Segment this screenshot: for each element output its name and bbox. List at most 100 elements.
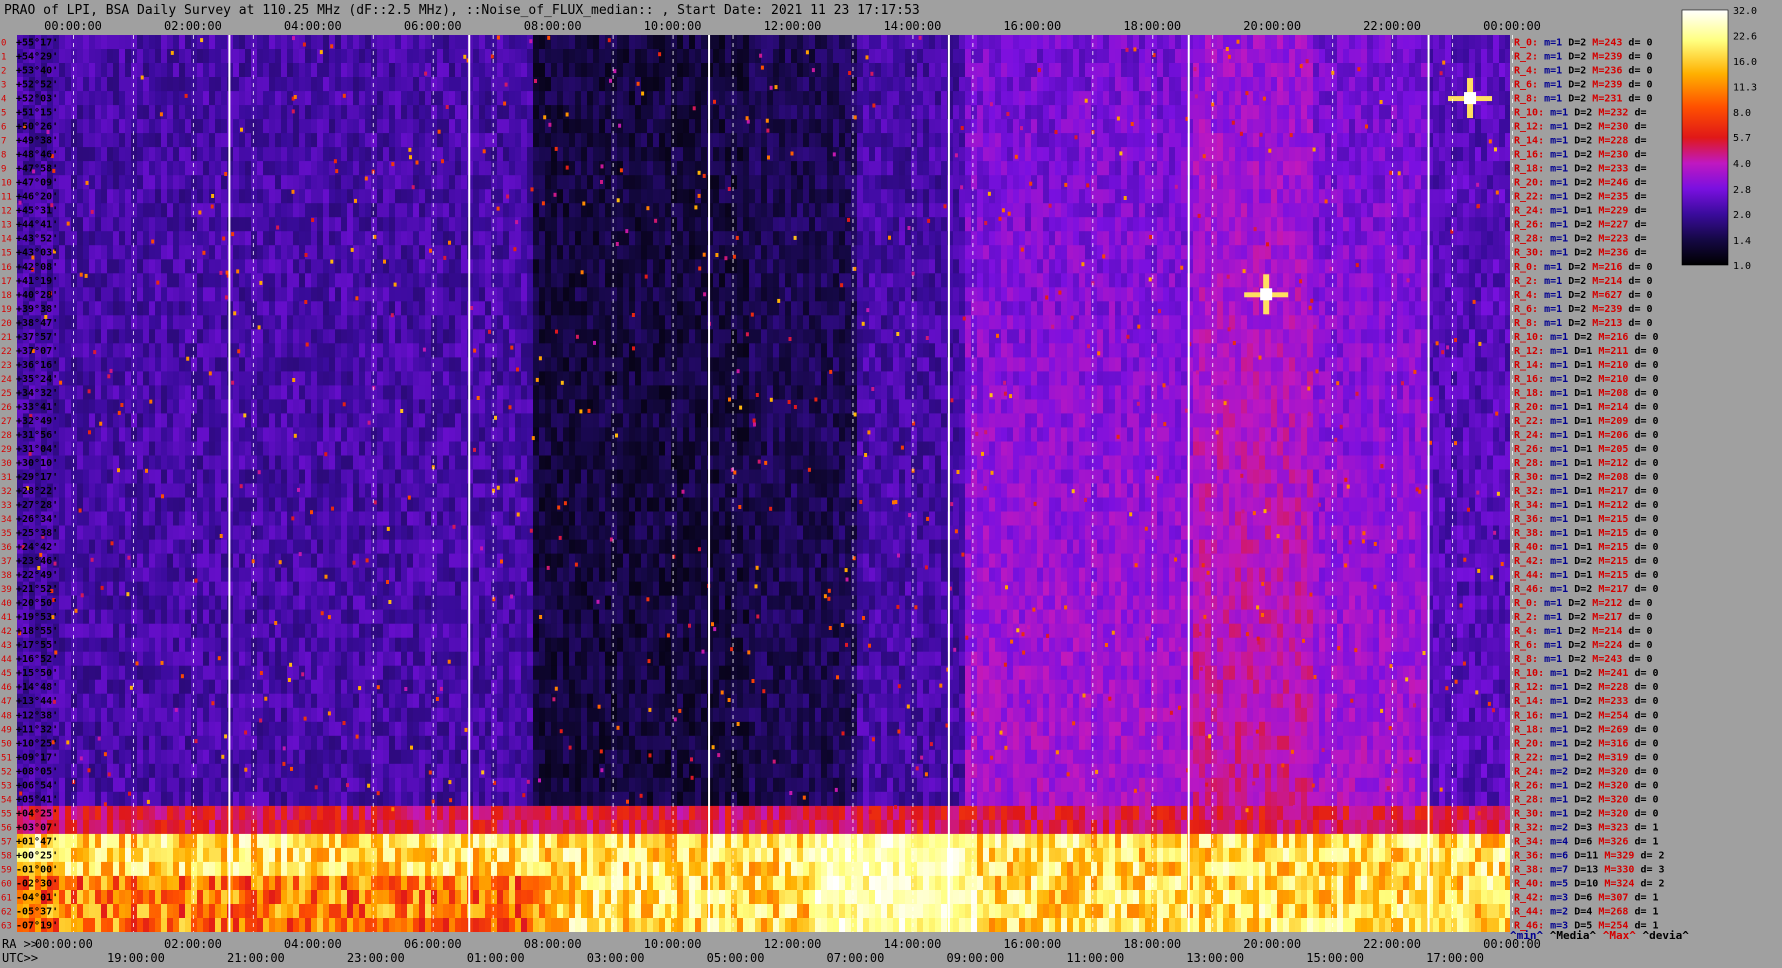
row-index: 60 — [1, 879, 12, 889]
stat-row: R_44: m=1 D=1 M=215 d= 0 — [1514, 570, 1659, 581]
declination-label: +41°19' — [16, 276, 58, 287]
stat-row: R_26: m=1 D=1 M=205 d= 0 — [1514, 444, 1659, 455]
stat-row: R_0: m=1 D=2 M=212 d= 0 — [1514, 598, 1653, 609]
declination-label: +20°50' — [16, 598, 58, 609]
declination-label: +18°55' — [16, 626, 58, 637]
stat-row: R_42: m=1 D=2 M=215 d= 0 — [1514, 556, 1659, 567]
declination-label: +25°38' — [16, 528, 58, 539]
top-ra-tick: 20:00:00 — [1243, 19, 1301, 33]
bottom-ra-tick: 20:00:00 — [1243, 937, 1301, 951]
declination-label: +35°24' — [16, 374, 58, 385]
declination-label: +43°03' — [16, 248, 58, 259]
declination-label: +11°32' — [16, 724, 58, 735]
stat-row: R_42: m=3 D=6 M=307 d= 1 — [1514, 893, 1659, 904]
declination-label: +12°38' — [16, 710, 58, 721]
stat-row: R_38: m=7 D=13 M=330 d= 3 — [1514, 864, 1665, 875]
row-index: 52 — [1, 767, 12, 777]
stat-row: R_6: m=1 D=2 M=239 d= 0 — [1514, 304, 1653, 315]
declination-label: +52°03' — [16, 94, 58, 105]
stat-row: R_8: m=1 D=2 M=213 d= 0 — [1514, 318, 1653, 329]
stat-row: R_4: m=1 D=2 M=214 d= 0 — [1514, 626, 1653, 637]
stat-row: R_22: m=1 D=2 M=319 d= 0 — [1514, 752, 1659, 763]
stat-row: R_32: m=1 D=1 M=217 d= 0 — [1514, 486, 1659, 497]
bottom-ra-tick: 18:00:00 — [1123, 937, 1181, 951]
row-index: 56 — [1, 823, 12, 833]
declination-label: +45°31' — [16, 206, 58, 217]
bottom-ra-tick: 10:00:00 — [644, 937, 702, 951]
stat-row: R_14: m=1 D=1 M=210 d= 0 — [1514, 360, 1659, 371]
declination-label: -07°19' — [16, 921, 58, 932]
row-index: 15 — [1, 249, 12, 259]
top-ra-tick: 04:00:00 — [284, 19, 342, 33]
stat-row: R_40: m=1 D=1 M=215 d= 0 — [1514, 542, 1659, 553]
row-index: 6 — [1, 123, 6, 133]
top-ra-tick: 00:00:00 — [1483, 19, 1541, 33]
colorbar-tick: 8.0 — [1733, 108, 1751, 119]
declination-label: +21°52' — [16, 584, 58, 595]
declination-label: +36°16' — [16, 360, 58, 371]
bottom-utc-tick: 15:00:00 — [1306, 951, 1364, 965]
top-ra-tick: 12:00:00 — [764, 19, 822, 33]
colorbar: 32.0 22.6 16.0 11.3 8.0 5.7 4.0 2.8 2.0 1.4 1.0 — [1681, 6, 1757, 272]
stat-row: R_24: m=1 D=1 M=206 d= 0 — [1514, 430, 1659, 441]
chart-title: PRAO of LPI, BSA Daily Survey at 110.25 … — [4, 3, 920, 18]
bottom-utc-tick: 23:00:00 — [347, 951, 405, 965]
bottom-ra-tick: 06:00:00 — [404, 937, 462, 951]
stat-row: R_0: m=1 D=2 M=216 d= 0 — [1514, 262, 1653, 273]
row-index: 16 — [1, 263, 12, 273]
bottom-utc-tick: 21:00:00 — [227, 951, 285, 965]
row-index: 43 — [1, 641, 12, 651]
bottom-ra-tick: 14:00:00 — [884, 937, 942, 951]
row-index: 1 — [1, 53, 6, 63]
declination-label: +15°50' — [16, 668, 58, 679]
stat-row: R_12: m=1 D=2 M=228 d= 0 — [1514, 682, 1659, 693]
row-index: 25 — [1, 389, 12, 399]
row-index: 63 — [1, 922, 12, 932]
row-index: 35 — [1, 529, 12, 539]
top-ra-tick: 18:00:00 — [1123, 19, 1181, 33]
stat-row: R_32: m=2 D=3 M=323 d= 1 — [1514, 822, 1659, 833]
stat-row: R_26: m=1 D=2 M=227 d= — [1514, 220, 1646, 231]
row-index: 58 — [1, 851, 12, 861]
stat-row: R_34: m=1 D=1 M=212 d= 0 — [1514, 500, 1659, 511]
declination-label: +34°32' — [16, 388, 58, 399]
top-ra-tick: 02:00:00 — [164, 19, 222, 33]
row-index: 49 — [1, 725, 12, 735]
colorbar-tick: 22.6 — [1733, 32, 1757, 43]
stat-row: R_18: m=1 D=2 M=233 d= — [1514, 164, 1646, 175]
survey-heatmap — [17, 35, 1510, 932]
declination-label: +51°15' — [16, 108, 58, 119]
utc-axis-label: UTC>> — [2, 951, 38, 965]
row-index: 31 — [1, 473, 12, 483]
row-index: 59 — [1, 865, 12, 875]
colorbar-tick: 2.0 — [1733, 210, 1751, 221]
stat-row: R_30: m=1 D=2 M=236 d= — [1514, 248, 1646, 259]
row-index: 53 — [1, 781, 12, 791]
declination-label: +14°48' — [16, 682, 58, 693]
declination-label: +05°41' — [16, 794, 58, 805]
row-index: 13 — [1, 221, 12, 231]
declination-label: +27°28' — [16, 500, 58, 511]
bottom-ra-tick: 00:00:00 — [35, 937, 93, 951]
stat-row: R_2: m=1 D=2 M=217 d= 0 — [1514, 612, 1653, 623]
colorbar-tick: 1.0 — [1733, 261, 1751, 272]
row-index: 17 — [1, 277, 12, 287]
stats-panel: R_0: m=1 D=2 M=243 d= 0 R_2: m=1 D=2 M=23… — [1510, 38, 1689, 943]
declination-label: +48°46' — [16, 150, 58, 161]
declination-label: +38°47' — [16, 318, 58, 329]
bottom-utc-tick: 03:00:00 — [587, 951, 645, 965]
row-index: 45 — [1, 669, 12, 679]
row-index: 7 — [1, 137, 6, 147]
stat-row: R_46: m=1 D=2 M=217 d= 0 — [1514, 584, 1659, 595]
bottom-utc-tick: 13:00:00 — [1186, 951, 1244, 965]
stat-row: R_12: m=1 D=1 M=211 d= 0 — [1514, 346, 1659, 357]
declination-label: +42°08' — [16, 262, 58, 273]
row-index: 48 — [1, 711, 12, 721]
survey-frame: PRAO of LPI, BSA Daily Survey at 110.25 … — [1, 3, 1757, 965]
colorbar-tick: 11.3 — [1733, 83, 1757, 94]
stat-row: R_8: m=1 D=2 M=231 d= 0 — [1514, 94, 1653, 105]
declination-label: -02°30' — [16, 878, 58, 889]
declination-label: +08°05' — [16, 766, 58, 777]
stat-row: R_4: m=1 D=2 M=236 d= 0 — [1514, 66, 1653, 77]
row-index: 62 — [1, 908, 12, 918]
